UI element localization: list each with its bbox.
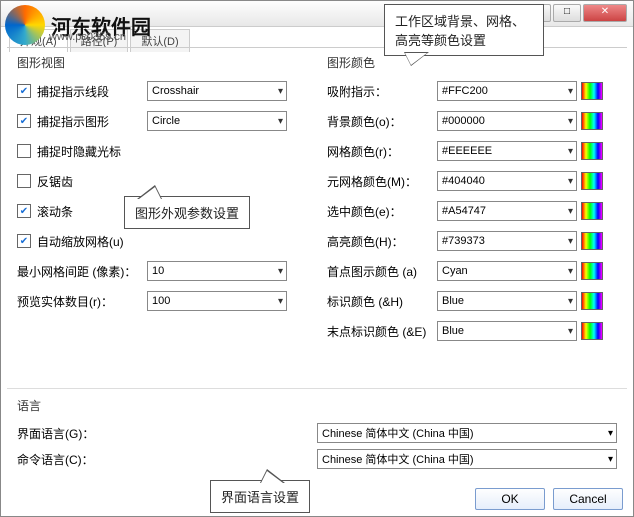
preview-label: 预览实体数目(r)：: [17, 293, 147, 310]
crosshair-checkbox[interactable]: ✔: [17, 84, 31, 98]
scrollbar-checkbox[interactable]: ✔: [17, 204, 31, 218]
callout-colors: 工作区域背景、网格、高亮等颜色设置: [384, 4, 544, 56]
cmd-lang-label: 命令语言(C)：: [17, 451, 317, 468]
autoscale-label: 自动缩放网格(u): [37, 233, 147, 250]
endpt-color-button[interactable]: [581, 322, 603, 340]
callout-language-text: 界面语言设置: [221, 490, 299, 505]
dialog-footer: OK Cancel: [475, 488, 623, 510]
lang-section-title: 语言: [17, 397, 617, 414]
highlight-combo[interactable]: #739373: [437, 231, 577, 251]
mingrid-label: 最小网格间距 (像素)：: [17, 263, 147, 280]
cmd-lang-combo[interactable]: Chinese 简体中文 (China 中国): [317, 449, 617, 469]
snap-label: 吸附指示：: [327, 83, 437, 100]
highlight-color-button[interactable]: [581, 232, 603, 250]
callout-appearance-text: 图形外观参数设置: [135, 206, 239, 221]
crosshair-combo[interactable]: Crosshair: [147, 81, 287, 101]
group-title-right: 图形颜色: [327, 54, 617, 71]
startpt-label: 首点图示颜色 (a): [327, 263, 437, 280]
bg-combo[interactable]: #000000: [437, 111, 577, 131]
highlight-label: 高亮颜色(H)：: [327, 233, 437, 250]
handle-combo[interactable]: Blue: [437, 291, 577, 311]
callout-language: 界面语言设置: [210, 480, 310, 513]
circle-checkbox[interactable]: ✔: [17, 114, 31, 128]
handle-color-button[interactable]: [581, 292, 603, 310]
hidecursor-checkbox[interactable]: [17, 144, 31, 158]
startpt-combo[interactable]: Cyan: [437, 261, 577, 281]
language-group: 语言 界面语言(G)： Chinese 简体中文 (China 中国) 命令语言…: [7, 388, 627, 480]
group-title-left: 图形视图: [17, 54, 307, 71]
snap-color-button[interactable]: [581, 82, 603, 100]
antialias-checkbox[interactable]: [17, 174, 31, 188]
ok-button[interactable]: OK: [475, 488, 545, 510]
hidecursor-label: 捕捉时隐藏光标: [37, 143, 147, 160]
snap-combo[interactable]: #FFC200: [437, 81, 577, 101]
callout-colors-text: 工作区域背景、网格、高亮等颜色设置: [395, 14, 525, 48]
dialog-body: 图形视图 ✔ 捕捉指示线段 Crosshair ✔ 捕捉指示图形 Circle …: [7, 47, 627, 480]
autoscale-checkbox[interactable]: ✔: [17, 234, 31, 248]
metagrid-color-button[interactable]: [581, 172, 603, 190]
preview-combo[interactable]: 100: [147, 291, 287, 311]
settings-dialog: — □ ✕ 河东软件园 www.pc0359.cn 外观(A) 路径(P) 默认…: [0, 0, 634, 517]
startpt-color-button[interactable]: [581, 262, 603, 280]
circle-combo[interactable]: Circle: [147, 111, 287, 131]
cancel-button[interactable]: Cancel: [553, 488, 623, 510]
graphics-color-group: 图形颜色 吸附指示：#FFC200 背景颜色(o)：#000000 网格颜色(r…: [317, 48, 627, 388]
endpt-combo[interactable]: Blue: [437, 321, 577, 341]
selected-combo[interactable]: #A54747: [437, 201, 577, 221]
gui-lang-combo[interactable]: Chinese 简体中文 (China 中国): [317, 423, 617, 443]
metagrid-label: 元网格颜色(M)：: [327, 173, 437, 190]
grid-combo[interactable]: #EEEEEE: [437, 141, 577, 161]
maximize-button[interactable]: □: [553, 4, 581, 22]
bg-label: 背景颜色(o)：: [327, 113, 437, 130]
gui-lang-label: 界面语言(G)：: [17, 425, 317, 442]
close-button[interactable]: ✕: [583, 4, 627, 22]
selected-label: 选中颜色(e)：: [327, 203, 437, 220]
antialias-label: 反锯齿: [37, 173, 147, 190]
circle-label: 捕捉指示图形: [37, 113, 147, 130]
handle-label: 标识颜色 (&H): [327, 293, 437, 310]
grid-label: 网格颜色(r)：: [327, 143, 437, 160]
mingrid-combo[interactable]: 10: [147, 261, 287, 281]
callout-appearance: 图形外观参数设置: [124, 196, 250, 229]
crosshair-label: 捕捉指示线段: [37, 83, 147, 100]
bg-color-button[interactable]: [581, 112, 603, 130]
metagrid-combo[interactable]: #404040: [437, 171, 577, 191]
endpt-label: 末点标识颜色 (&E): [327, 323, 437, 340]
selected-color-button[interactable]: [581, 202, 603, 220]
grid-color-button[interactable]: [581, 142, 603, 160]
